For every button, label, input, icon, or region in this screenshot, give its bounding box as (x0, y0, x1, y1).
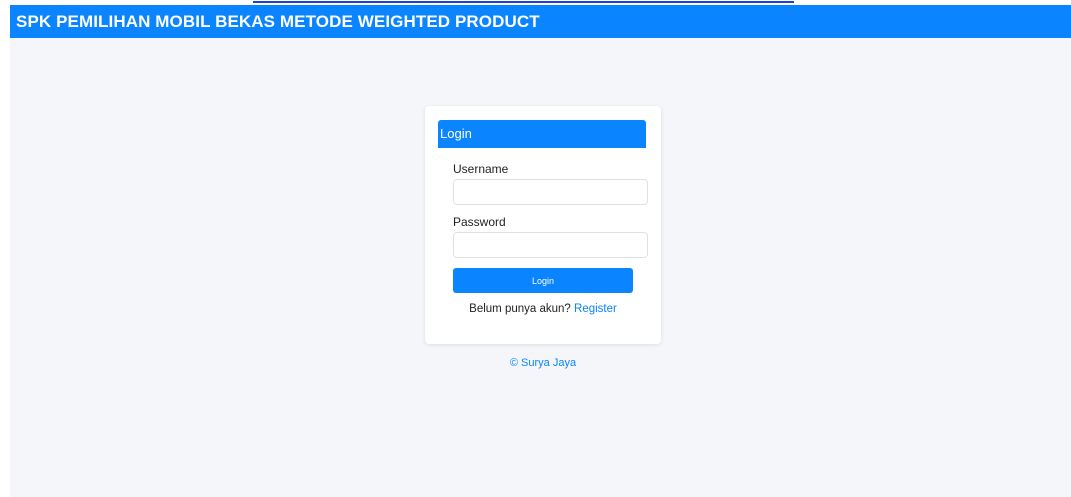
footer-copyright: © Surya Jaya (509, 357, 577, 369)
login-card-title: Login (440, 126, 472, 141)
username-label: Username (453, 162, 509, 176)
top-link-underline (253, 0, 794, 3)
password-label: Password (453, 215, 506, 229)
app-container: SPK PEMILIHAN MOBIL BEKAS METODE WEIGHTE… (10, 5, 1071, 497)
password-input[interactable] (453, 232, 648, 258)
login-button[interactable]: Login (453, 268, 633, 293)
register-prompt: Belum punya akun? (469, 303, 571, 315)
register-link[interactable]: Register (574, 303, 617, 315)
register-row: Belum punya akun? Register (425, 303, 661, 315)
navbar: SPK PEMILIHAN MOBIL BEKAS METODE WEIGHTE… (10, 5, 1071, 38)
username-input[interactable] (453, 179, 648, 205)
login-card-header: Login (438, 120, 646, 148)
app-title: SPK PEMILIHAN MOBIL BEKAS METODE WEIGHTE… (16, 12, 540, 31)
login-card: Login Username Password Login Belum puny… (425, 106, 661, 344)
